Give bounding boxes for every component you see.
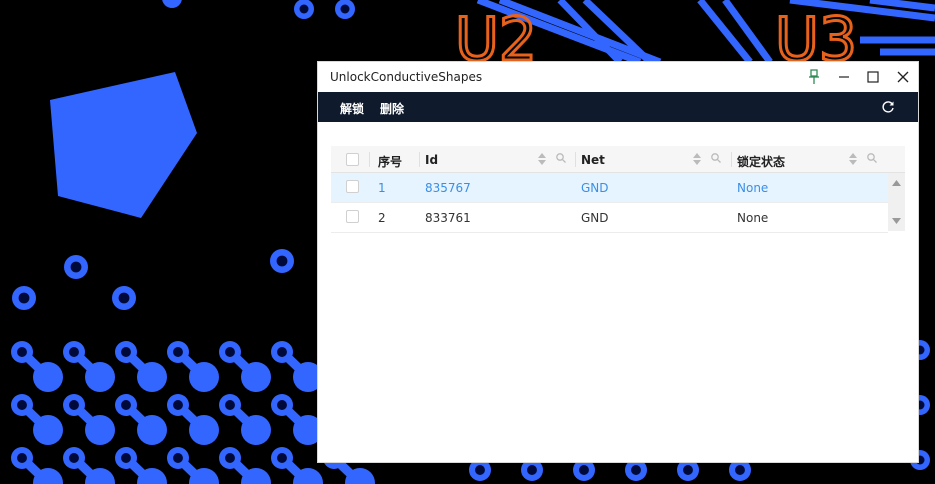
via-hole <box>173 453 183 463</box>
vertical-scrollbar[interactable] <box>888 173 905 231</box>
via-hole <box>277 400 287 410</box>
via-hole <box>70 261 82 273</box>
unlock-button[interactable]: 解锁 <box>340 100 364 117</box>
via-hole <box>225 400 235 410</box>
via-hole <box>121 453 131 463</box>
scroll-up-icon[interactable] <box>892 180 901 186</box>
pad <box>162 0 182 8</box>
cell-lock-state: None <box>737 211 769 225</box>
table-row[interactable]: 2 833761 GND None <box>331 203 888 233</box>
via-hole <box>225 347 235 357</box>
pin-icon[interactable] <box>804 67 824 87</box>
smd-pad <box>137 362 167 392</box>
delete-button[interactable]: 删除 <box>380 100 404 117</box>
column-divider <box>575 152 576 167</box>
via-hole <box>276 255 288 267</box>
via-hole <box>299 4 309 14</box>
select-all-checkbox[interactable] <box>346 153 359 166</box>
cell-id: 835767 <box>425 181 471 195</box>
title-bar: UnlockConductiveShapes <box>318 62 918 92</box>
smd-pad <box>189 362 219 392</box>
column-divider <box>731 152 732 167</box>
smd-pad <box>85 362 115 392</box>
via-hole <box>118 292 130 304</box>
search-icon[interactable] <box>710 152 722 164</box>
pentagon-pad <box>50 72 197 218</box>
smd-pad <box>137 415 167 445</box>
sort-icon[interactable] <box>537 152 547 166</box>
column-divider <box>369 152 370 167</box>
plugin-window: UnlockConductiveShapes 解锁 删除 序号 Id Net 锁… <box>318 62 918 462</box>
column-header-index[interactable]: 序号 <box>378 153 402 170</box>
minimize-icon[interactable] <box>834 67 854 87</box>
cell-lock-state: None <box>737 181 769 195</box>
via-hole <box>735 465 745 475</box>
via-hole <box>631 465 641 475</box>
via-hole <box>17 400 27 410</box>
scroll-down-icon[interactable] <box>892 218 901 224</box>
column-divider <box>419 152 420 167</box>
column-header-net[interactable]: Net <box>581 153 605 167</box>
table-row[interactable]: 1 835767 GND None <box>331 173 888 203</box>
column-header-lock-state[interactable]: 锁定状态 <box>737 153 785 170</box>
maximize-icon[interactable] <box>863 67 883 87</box>
via-hole <box>225 453 235 463</box>
via-hole <box>18 292 30 304</box>
via-hole <box>17 347 27 357</box>
via-hole <box>277 453 287 463</box>
window-title: UnlockConductiveShapes <box>330 70 483 84</box>
via-hole <box>69 453 79 463</box>
column-header-id[interactable]: Id <box>425 153 438 167</box>
cell-id: 833761 <box>425 211 471 225</box>
via-hole <box>340 4 350 14</box>
via-hole <box>475 465 485 475</box>
smd-pad <box>33 362 63 392</box>
smd-pad <box>241 362 271 392</box>
via-hole <box>69 400 79 410</box>
search-icon[interactable] <box>866 152 878 164</box>
via-hole <box>173 400 183 410</box>
via-hole <box>683 465 693 475</box>
via-hole <box>121 347 131 357</box>
smd-pad <box>33 415 63 445</box>
smd-pad <box>85 415 115 445</box>
close-icon[interactable] <box>893 67 913 87</box>
cell-net: GND <box>581 211 609 225</box>
sort-icon[interactable] <box>848 152 858 166</box>
via-hole <box>173 347 183 357</box>
via-hole <box>69 347 79 357</box>
cell-index: 1 <box>378 181 386 195</box>
shapes-table: 序号 Id Net 锁定状态 1 835767 GND None 2 83376… <box>331 146 905 233</box>
via-hole <box>579 465 589 475</box>
cell-net: GND <box>581 181 609 195</box>
search-icon[interactable] <box>555 152 567 164</box>
via-hole <box>17 453 27 463</box>
table-header: 序号 Id Net 锁定状态 <box>331 146 905 173</box>
via-hole <box>527 465 537 475</box>
sort-icon[interactable] <box>692 152 702 166</box>
cell-index: 2 <box>378 211 386 225</box>
traces <box>476 0 935 66</box>
refresh-icon[interactable] <box>880 99 896 115</box>
row-checkbox[interactable] <box>346 210 359 223</box>
smd-pad <box>189 415 219 445</box>
toolbar: 解锁 删除 <box>318 92 918 122</box>
via-hole <box>121 400 131 410</box>
smd-pad <box>241 415 271 445</box>
row-checkbox[interactable] <box>346 180 359 193</box>
via-hole <box>277 347 287 357</box>
